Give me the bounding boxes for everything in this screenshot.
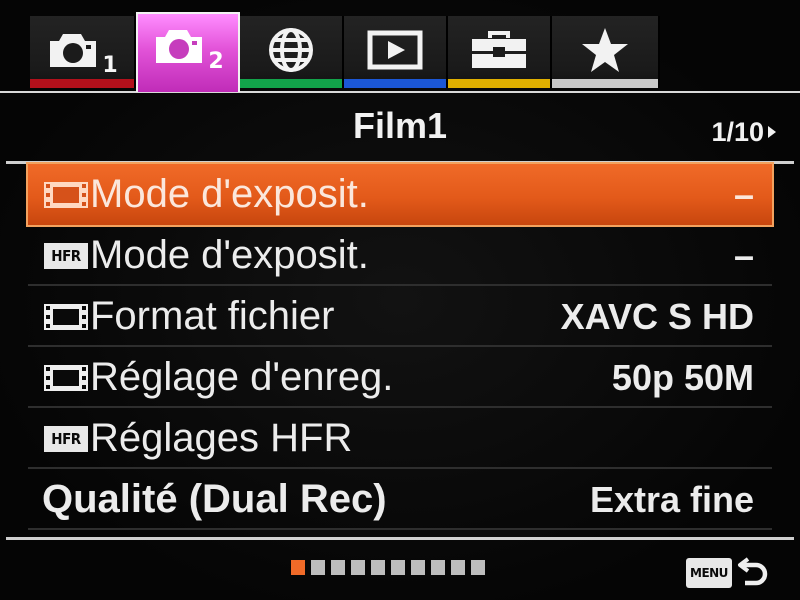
menu-item-value: –: [733, 174, 754, 215]
page-dot: [391, 560, 405, 575]
tab-setup[interactable]: [448, 16, 552, 88]
page-dot: [451, 560, 465, 575]
star-icon: [580, 26, 630, 78]
tab-my-menu[interactable]: [552, 16, 660, 88]
tab-network[interactable]: [240, 16, 344, 88]
page-dots: [291, 560, 485, 575]
camera-icon: [152, 25, 206, 71]
playback-icon: [367, 30, 423, 74]
page-dot: [371, 560, 385, 575]
tab-divider: [0, 91, 800, 93]
hfr-icon: HFR: [44, 243, 88, 269]
page-dot: [471, 560, 485, 575]
page-dot: [331, 560, 345, 575]
menu-item-hfr-exposure-mode[interactable]: HFR Mode d'exposit. –: [28, 225, 772, 286]
film-icon: [44, 365, 88, 391]
menu-label: MENU: [686, 558, 732, 588]
tab-playback[interactable]: [344, 16, 448, 88]
camera-icon: [46, 29, 100, 75]
tab-bar: 1 2: [0, 0, 800, 96]
return-arrow-icon: [736, 553, 772, 593]
menu-back-button[interactable]: MENU: [686, 553, 772, 593]
film-icon: [44, 182, 88, 208]
film-icon: [44, 304, 88, 330]
page-dot: [351, 560, 365, 575]
camera-menu-screen: 1 2 Film1 1/10 Mode d'exposit. – HFR Mod…: [0, 0, 800, 600]
tab-number: 1: [102, 52, 118, 78]
menu-item-label: Réglages HFR: [90, 416, 353, 460]
menu-list: Mode d'exposit. – HFR Mode d'exposit. –: [26, 162, 774, 530]
menu-item-label: Mode d'exposit.: [90, 172, 369, 216]
menu-item-exposure-mode[interactable]: Mode d'exposit. –: [26, 162, 774, 227]
footer-divider: [6, 537, 794, 540]
menu-item-value: –: [733, 235, 754, 276]
toolbox-icon: [469, 30, 529, 74]
page-dot: [311, 560, 325, 575]
menu-item-record-setting[interactable]: Réglage d'enreg. 50p 50M: [28, 347, 772, 408]
tab-shooting-2[interactable]: 2: [136, 12, 240, 92]
menu-item-value: XAVC S HD: [560, 296, 754, 337]
menu-item-value: Extra fine: [589, 479, 754, 520]
page-indicator[interactable]: 1/10: [711, 117, 776, 147]
menu-item-hfr-settings[interactable]: HFR Réglages HFR: [28, 408, 772, 469]
hfr-icon: HFR: [44, 426, 88, 452]
page-title: Film1: [352, 105, 448, 146]
menu-item-label: Réglage d'enreg.: [90, 355, 394, 399]
page-dot: [411, 560, 425, 575]
page-number: 1/10: [711, 117, 764, 147]
menu-item-label: Qualité (Dual Rec): [42, 477, 387, 521]
menu-item-file-format[interactable]: Format fichier XAVC S HD: [28, 286, 772, 347]
menu-item-label: Format fichier: [90, 294, 335, 338]
menu-item-value: 50p 50M: [611, 357, 754, 398]
menu-item-dual-rec-quality[interactable]: Qualité (Dual Rec) Extra fine: [28, 469, 772, 530]
menu-item-label: Mode d'exposit.: [90, 233, 369, 277]
next-page-arrow-icon: [768, 126, 776, 138]
tab-number: 2: [208, 48, 224, 74]
page-dot: [291, 560, 305, 575]
page-dot: [431, 560, 445, 575]
globe-icon: [266, 25, 316, 79]
tab-shooting-1[interactable]: 1: [30, 16, 136, 88]
